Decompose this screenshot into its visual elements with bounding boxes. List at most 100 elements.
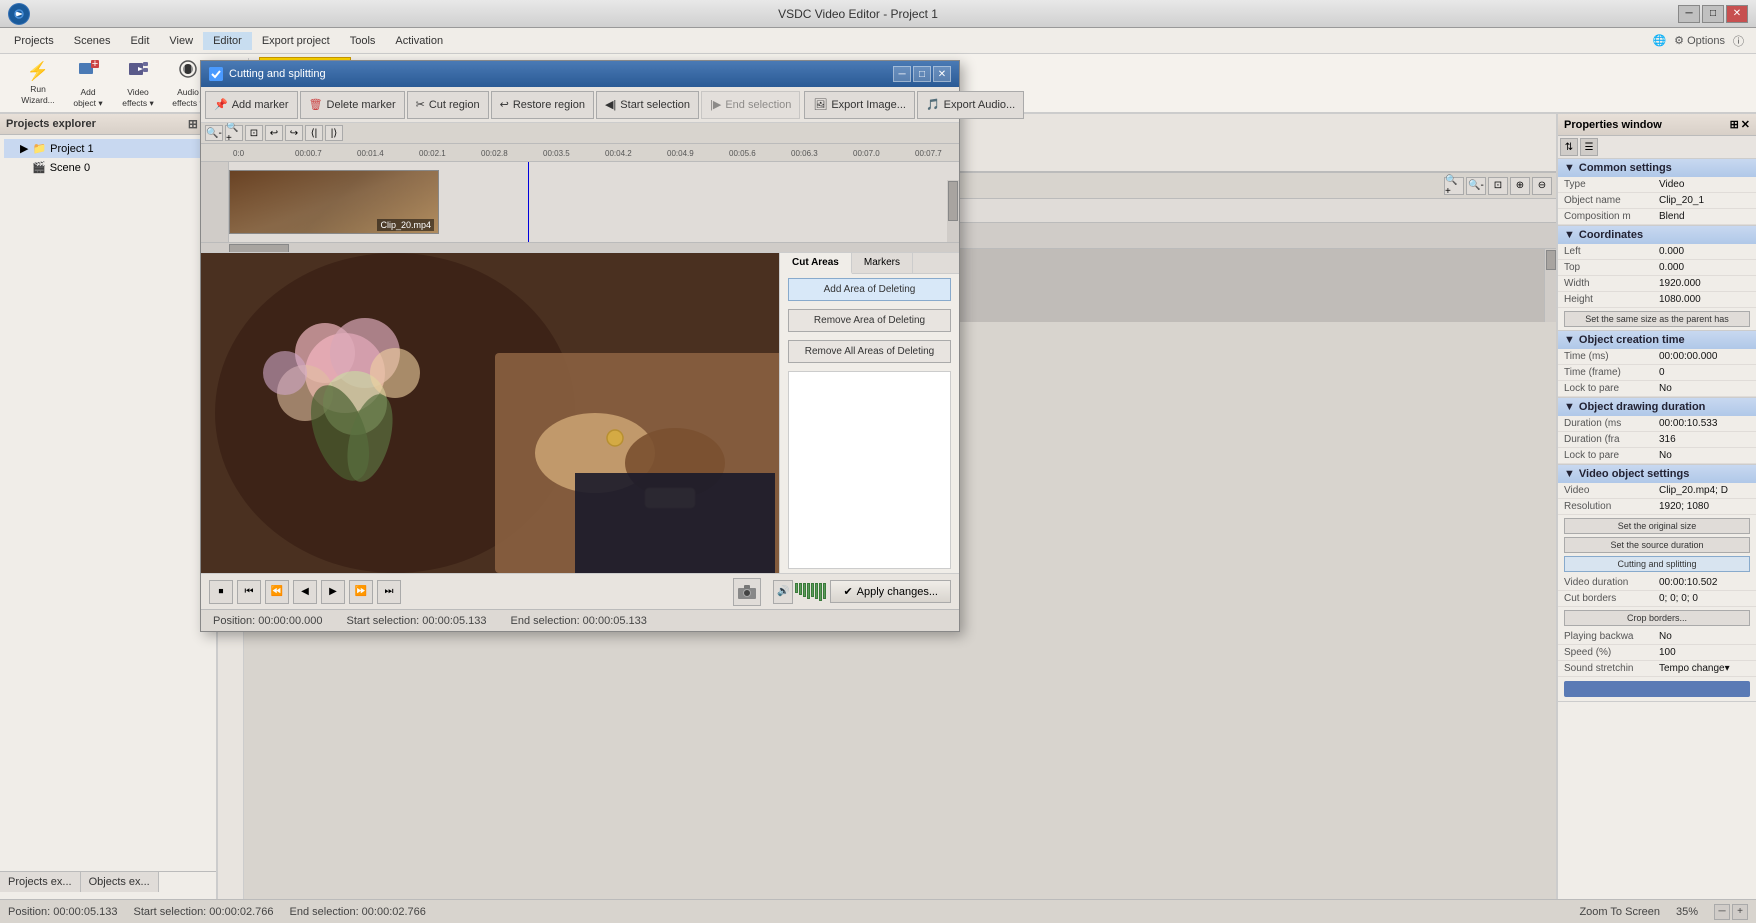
menu-bar: Projects Scenes Edit View Editor Export … — [0, 28, 1756, 54]
go-end-btn[interactable]: ⏭ — [377, 580, 401, 604]
run-wizard-button[interactable]: ⚡ Run Wizard... — [14, 57, 62, 109]
volume-icon-btn[interactable]: 🔊 — [773, 580, 793, 604]
cut-areas-tab[interactable]: Cut Areas — [780, 253, 852, 274]
cut-dialog-minimize[interactable]: ─ — [893, 66, 911, 82]
resolution-value: 1920; 1080 — [1659, 501, 1750, 512]
props-filter-btn[interactable]: ☰ — [1580, 138, 1598, 156]
screenshot-btn[interactable] — [733, 578, 761, 606]
tl-opt1-btn[interactable]: ⊕ — [1510, 177, 1530, 195]
creation-time-header[interactable]: ▼ Object creation time — [1558, 331, 1756, 349]
cut-hscroll-thumb[interactable] — [229, 244, 289, 254]
zoom-out-status-btn[interactable]: ─ — [1714, 904, 1730, 920]
drawing-duration-header[interactable]: ▼ Object drawing duration — [1558, 398, 1756, 416]
tl-zoom-out-btn[interactable]: 🔍- — [1466, 177, 1486, 195]
cutting-splitting-props-btn[interactable]: Cutting and splitting — [1564, 556, 1750, 572]
project-item[interactable]: ▶ 📁 Project 1 — [4, 139, 212, 158]
set-source-duration-btn[interactable]: Set the source duration — [1564, 537, 1750, 553]
go-start-btn[interactable]: ⏮ — [237, 580, 261, 604]
cut-hscroll[interactable] — [201, 242, 959, 253]
next-frame-btn[interactable]: ⏩ — [349, 580, 373, 604]
timeline-vscroll[interactable] — [1544, 249, 1556, 322]
menu-view[interactable]: View — [159, 32, 203, 50]
cut-position: Position: 00:00:00.000 — [213, 615, 322, 627]
crop-borders-btn[interactable]: Crop borders... — [1564, 610, 1750, 626]
objects-explorer-tab[interactable]: Objects ex... — [81, 872, 159, 892]
add-marker-btn[interactable]: 📌 Add marker — [205, 91, 298, 119]
options-label[interactable]: ⚙ Options — [1674, 34, 1725, 47]
zoom-in-status-btn[interactable]: + — [1732, 904, 1748, 920]
set-original-size-btn[interactable]: Set the original size — [1564, 518, 1750, 534]
end-selection-btn[interactable]: |▶ End selection — [701, 91, 800, 119]
export-audio-btn[interactable]: 🎵 Export Audio... — [917, 91, 1024, 119]
prop-top-row: Top 0.000 — [1558, 260, 1756, 276]
zoom-fit-btn[interactable]: ⊡ — [245, 125, 263, 141]
menu-edit[interactable]: Edit — [120, 32, 159, 50]
cut-track-labels — [201, 162, 229, 242]
menu-export-project[interactable]: Export project — [252, 32, 340, 50]
markers-tab[interactable]: Markers — [852, 253, 913, 273]
width-value: 1920.000 — [1659, 278, 1750, 289]
zoom-frame-fwd[interactable]: ↪ — [285, 125, 303, 141]
zoom-out-btn[interactable]: 🔍- — [205, 125, 223, 141]
zoom-extra2[interactable]: |⟩ — [325, 125, 343, 141]
timeline-vscroll-thumb[interactable] — [1546, 250, 1556, 270]
scene-label: Scene 0 — [50, 162, 90, 174]
menu-scenes[interactable]: Scenes — [64, 32, 121, 50]
info-icon[interactable]: ⓘ — [1733, 33, 1744, 49]
close-button[interactable]: ✕ — [1726, 5, 1748, 23]
cut-track-vscroll[interactable] — [947, 180, 959, 242]
zoom-frame-back[interactable]: ↩ — [265, 125, 283, 141]
vol-7 — [819, 583, 822, 601]
scene-item[interactable]: 🎬 Scene 0 — [4, 158, 212, 177]
add-area-of-deleting-btn[interactable]: Add Area of Deleting — [788, 278, 951, 301]
prop-lockpare2-row: Lock to pare No — [1558, 448, 1756, 464]
cut-track-vscroll-thumb[interactable] — [948, 181, 958, 221]
delete-marker-btn[interactable]: 🗑 Delete marker — [300, 91, 405, 119]
cut-region-btn[interactable]: ✂ Cut region — [407, 91, 489, 119]
ruler-3: 00:02.1 — [419, 149, 481, 158]
video-effects-button[interactable]: Videoeffects ▾ — [114, 57, 162, 109]
apply-changes-btn[interactable]: ✔ Apply changes... — [830, 580, 951, 603]
durframe-label: Duration (fra — [1564, 434, 1659, 445]
cut-dialog-maximize[interactable]: □ — [913, 66, 931, 82]
prop-objname-row: Object name Clip_20_1 — [1558, 193, 1756, 209]
tl-fit-btn[interactable]: ⊡ — [1488, 177, 1508, 195]
menu-tools[interactable]: Tools — [340, 32, 386, 50]
common-settings-header[interactable]: ▼ Common settings — [1558, 159, 1756, 177]
prev-frame-btn[interactable]: ◀ — [293, 580, 317, 604]
cut-clip-thumbnail[interactable]: Clip_20.mp4 — [229, 170, 439, 234]
panel-float-button[interactable]: ⊞ — [188, 117, 198, 131]
zoom-extra1[interactable]: ⟨| — [305, 125, 323, 141]
cut-dialog-close[interactable]: ✕ — [933, 66, 951, 82]
menu-activation[interactable]: Activation — [385, 32, 453, 50]
props-float-btn[interactable]: ⊞ — [1730, 118, 1739, 131]
zoom-in-btn[interactable]: 🔍+ — [225, 125, 243, 141]
play-btn[interactable]: ▶ — [321, 580, 345, 604]
volume-bar[interactable] — [795, 583, 826, 601]
step-back-btn[interactable]: ⏪ — [265, 580, 289, 604]
tl-zoom-in-btn[interactable]: 🔍+ — [1444, 177, 1464, 195]
tl-opt2-btn[interactable]: ⊖ — [1532, 177, 1552, 195]
start-selection-btn[interactable]: ◀| Start selection — [596, 91, 699, 119]
restore-region-btn[interactable]: ↩ Restore region — [491, 91, 594, 119]
menu-editor[interactable]: Editor — [203, 32, 252, 50]
set-same-size-btn[interactable]: Set the same size as the parent has — [1564, 311, 1750, 327]
remove-area-of-deleting-btn[interactable]: Remove Area of Deleting — [788, 309, 951, 332]
export-image-btn[interactable]: 🖼 Export Image... — [804, 91, 915, 119]
lockpare1-value: No — [1659, 383, 1750, 394]
coordinates-header[interactable]: ▼ Coordinates — [1558, 226, 1756, 244]
status-start-sel: Start selection: 00:00:02.766 — [133, 906, 273, 918]
video-file-label: Video — [1564, 485, 1659, 496]
objname-value: Clip_20_1 — [1659, 195, 1750, 206]
remove-all-areas-btn[interactable]: Remove All Areas of Deleting — [788, 340, 951, 363]
menu-projects[interactable]: Projects — [4, 32, 64, 50]
props-sort-btn[interactable]: ⇅ — [1560, 138, 1578, 156]
minimize-button[interactable]: ─ — [1678, 5, 1700, 23]
stop-btn[interactable]: ⏹ — [209, 580, 233, 604]
start-sel-icon: ◀| — [605, 98, 616, 111]
add-object-button[interactable]: + Addobject ▾ — [64, 57, 112, 109]
maximize-button[interactable]: □ — [1702, 5, 1724, 23]
props-close-btn[interactable]: ✕ — [1741, 118, 1750, 131]
video-settings-header[interactable]: ▼ Video object settings — [1558, 465, 1756, 483]
projects-explorer-tab[interactable]: Projects ex... — [0, 872, 81, 892]
